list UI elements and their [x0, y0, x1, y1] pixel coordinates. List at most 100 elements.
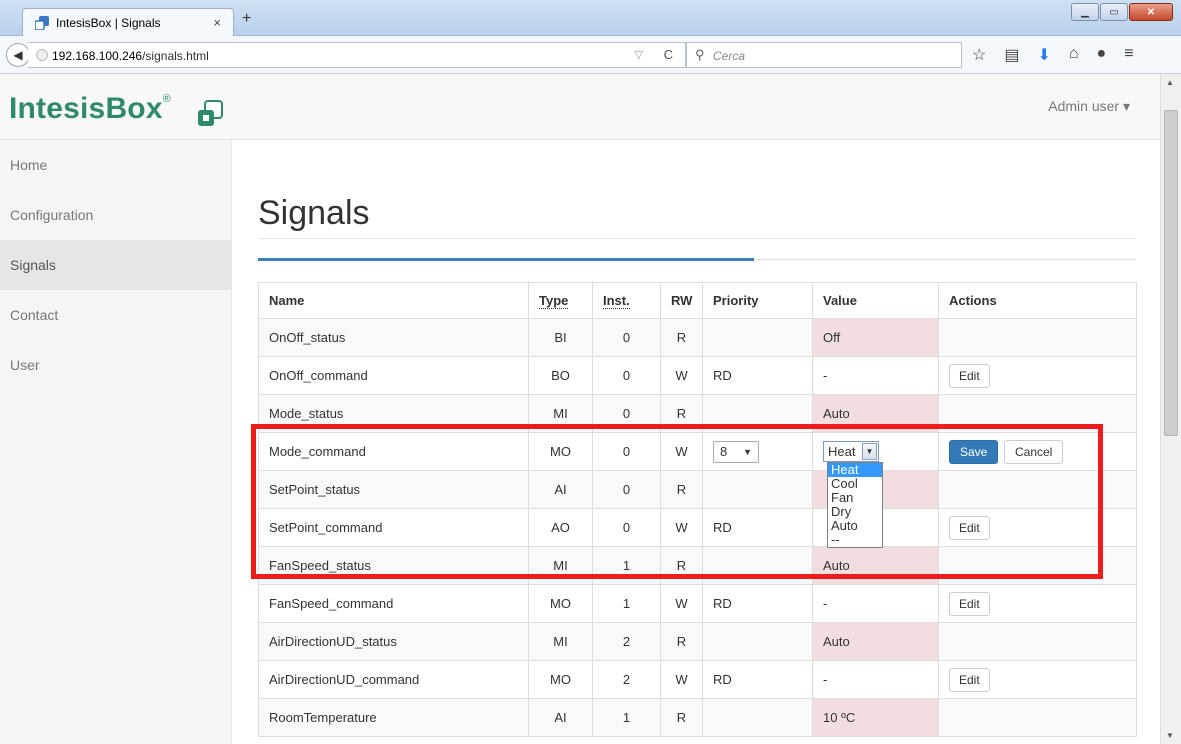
tab-close-icon[interactable]: × — [213, 15, 221, 30]
back-arrow-icon[interactable]: ◀ — [6, 43, 30, 67]
table-row: RoomTemperature AI 1 R 10 ºC — [258, 698, 1137, 737]
scroll-up-icon[interactable]: ▲ — [1166, 78, 1174, 87]
cell-type: AI — [528, 698, 593, 737]
site-identity-icon[interactable] — [36, 49, 48, 61]
col-header-value[interactable]: Value — [812, 282, 939, 319]
sidebar-item-signals[interactable]: Signals — [0, 240, 231, 290]
reload-icon[interactable]: C — [664, 47, 673, 62]
cell-name: OnOff_command — [258, 356, 529, 395]
cell-actions: Edit — [938, 356, 1137, 395]
cell-inst: 2 — [592, 660, 661, 699]
sidebar-item-home[interactable]: Home — [0, 140, 231, 190]
cell-priority: RD — [702, 660, 813, 699]
cell-name: SetPoint_status — [258, 470, 529, 509]
cell-inst: 1 — [592, 698, 661, 737]
cell-priority — [702, 546, 813, 585]
page-scrollbar[interactable]: ▲ ▼ — [1160, 74, 1181, 744]
download-icon[interactable]: ⬇ — [1037, 45, 1050, 65]
cell-name: FanSpeed_status — [258, 546, 529, 585]
cell-actions: Edit — [938, 660, 1137, 699]
option-cool[interactable]: Cool — [828, 477, 882, 491]
cell-priority: RD — [702, 508, 813, 547]
sidebar-item-configuration[interactable]: Configuration — [0, 190, 231, 240]
menu-icon[interactable]: ≡ — [1124, 45, 1133, 65]
home-icon[interactable]: ⌂ — [1069, 45, 1079, 65]
col-header-type[interactable]: Type — [528, 282, 593, 319]
cell-actions — [938, 394, 1137, 433]
option-heat[interactable]: Heat — [828, 463, 882, 477]
cell-rw: R — [660, 546, 703, 585]
chevron-down-icon: ▼ — [862, 443, 877, 460]
cell-name: RoomTemperature — [258, 698, 529, 737]
search-input[interactable]: ⚲ Cerca — [686, 42, 962, 68]
table-row: FanSpeed_status MI 1 R Auto — [258, 546, 1137, 585]
cell-priority: RD — [702, 584, 813, 623]
browser-toolbar: ☆ ▤ ⬇ ⌂ ● ≡ — [972, 45, 1134, 65]
col-header-priority[interactable]: Priority — [702, 282, 813, 319]
cell-value: Auto — [812, 546, 939, 585]
col-header-name[interactable]: Name — [258, 282, 529, 319]
table-row: SetPoint_command AO 0 W RD Edit — [258, 508, 1137, 547]
bookmark-star-icon[interactable]: ☆ — [972, 45, 986, 65]
cell-actions: Edit — [938, 508, 1137, 547]
cell-rw: R — [660, 394, 703, 433]
option-dry[interactable]: Dry — [828, 505, 882, 519]
option-auto[interactable]: Auto — [828, 519, 882, 533]
intesis-favicon-icon — [35, 16, 49, 30]
priority-select[interactable]: 8 ▼ — [713, 440, 759, 463]
cell-value: - — [812, 584, 939, 623]
cell-priority: RD — [702, 356, 813, 395]
table-row-editing: Mode_command MO 0 W 8 ▼ Heat ▼ Save Cancel — [258, 432, 1137, 471]
close-window-button[interactable]: ✕ — [1129, 3, 1173, 21]
option-none[interactable]: -- — [828, 533, 882, 547]
user-menu[interactable]: Admin user ▾ — [1048, 98, 1130, 115]
maximize-button[interactable]: ▭ — [1100, 3, 1128, 21]
table-row: AirDirectionUD_command MO 2 W RD - Edit — [258, 660, 1137, 699]
edit-button[interactable]: Edit — [949, 591, 990, 616]
cell-priority — [702, 470, 813, 509]
sidebar-item-contact[interactable]: Contact — [0, 290, 231, 340]
save-button[interactable]: Save — [949, 439, 999, 464]
edit-button[interactable]: Edit — [949, 667, 990, 692]
cell-inst: 0 — [592, 508, 661, 547]
edit-button[interactable]: Edit — [949, 515, 990, 540]
chat-icon[interactable]: ● — [1097, 45, 1107, 65]
active-tab-indicator — [258, 258, 754, 261]
browser-tab[interactable]: IntesisBox | Signals × — [22, 8, 234, 36]
cell-name: AirDirectionUD_status — [258, 622, 529, 661]
cell-priority — [702, 318, 813, 357]
url-history-dropdown-icon[interactable]: ▽ — [635, 48, 643, 61]
cell-rw: W — [660, 356, 703, 395]
sidebar-item-user[interactable]: User — [0, 340, 231, 390]
col-header-inst[interactable]: Inst. — [592, 282, 661, 319]
cell-inst: 1 — [592, 546, 661, 585]
cell-value: Auto — [812, 622, 939, 661]
cell-rw: W — [660, 432, 703, 471]
scroll-down-icon[interactable]: ▼ — [1166, 731, 1174, 740]
cell-name: Mode_command — [258, 432, 529, 471]
minimize-button[interactable]: ▁ — [1071, 3, 1099, 21]
title-divider — [258, 238, 1136, 239]
intesis-logo-icon — [198, 100, 223, 126]
scroll-thumb[interactable] — [1164, 110, 1178, 436]
cell-name: FanSpeed_command — [258, 584, 529, 623]
cancel-button[interactable]: Cancel — [1003, 439, 1064, 464]
option-fan[interactable]: Fan — [828, 491, 882, 505]
new-tab-button[interactable]: + — [242, 10, 251, 28]
mode-value-select[interactable]: Heat ▼ — [823, 441, 879, 462]
brand-logo-text[interactable]: IntesisBox® — [9, 92, 171, 126]
page-title: Signals — [258, 194, 370, 232]
tab-title: IntesisBox | Signals — [56, 16, 161, 30]
reading-list-icon[interactable]: ▤ — [1004, 45, 1019, 65]
browser-navbar: ◀ 192.168.100.246/signals.html ▽ C ⚲ Cer… — [0, 36, 1181, 74]
cell-type: BO — [528, 356, 593, 395]
url-bar[interactable]: 192.168.100.246/signals.html ▽ C — [28, 42, 686, 68]
cell-actions — [938, 470, 1137, 509]
cell-type: MO — [528, 660, 593, 699]
cell-name: OnOff_status — [258, 318, 529, 357]
cell-priority — [702, 698, 813, 737]
edit-button[interactable]: Edit — [949, 363, 990, 388]
table-row: OnOff_status BI 0 R Off — [258, 318, 1137, 357]
table-row: AirDirectionUD_status MI 2 R Auto — [258, 622, 1137, 661]
col-header-rw[interactable]: RW — [660, 282, 703, 319]
